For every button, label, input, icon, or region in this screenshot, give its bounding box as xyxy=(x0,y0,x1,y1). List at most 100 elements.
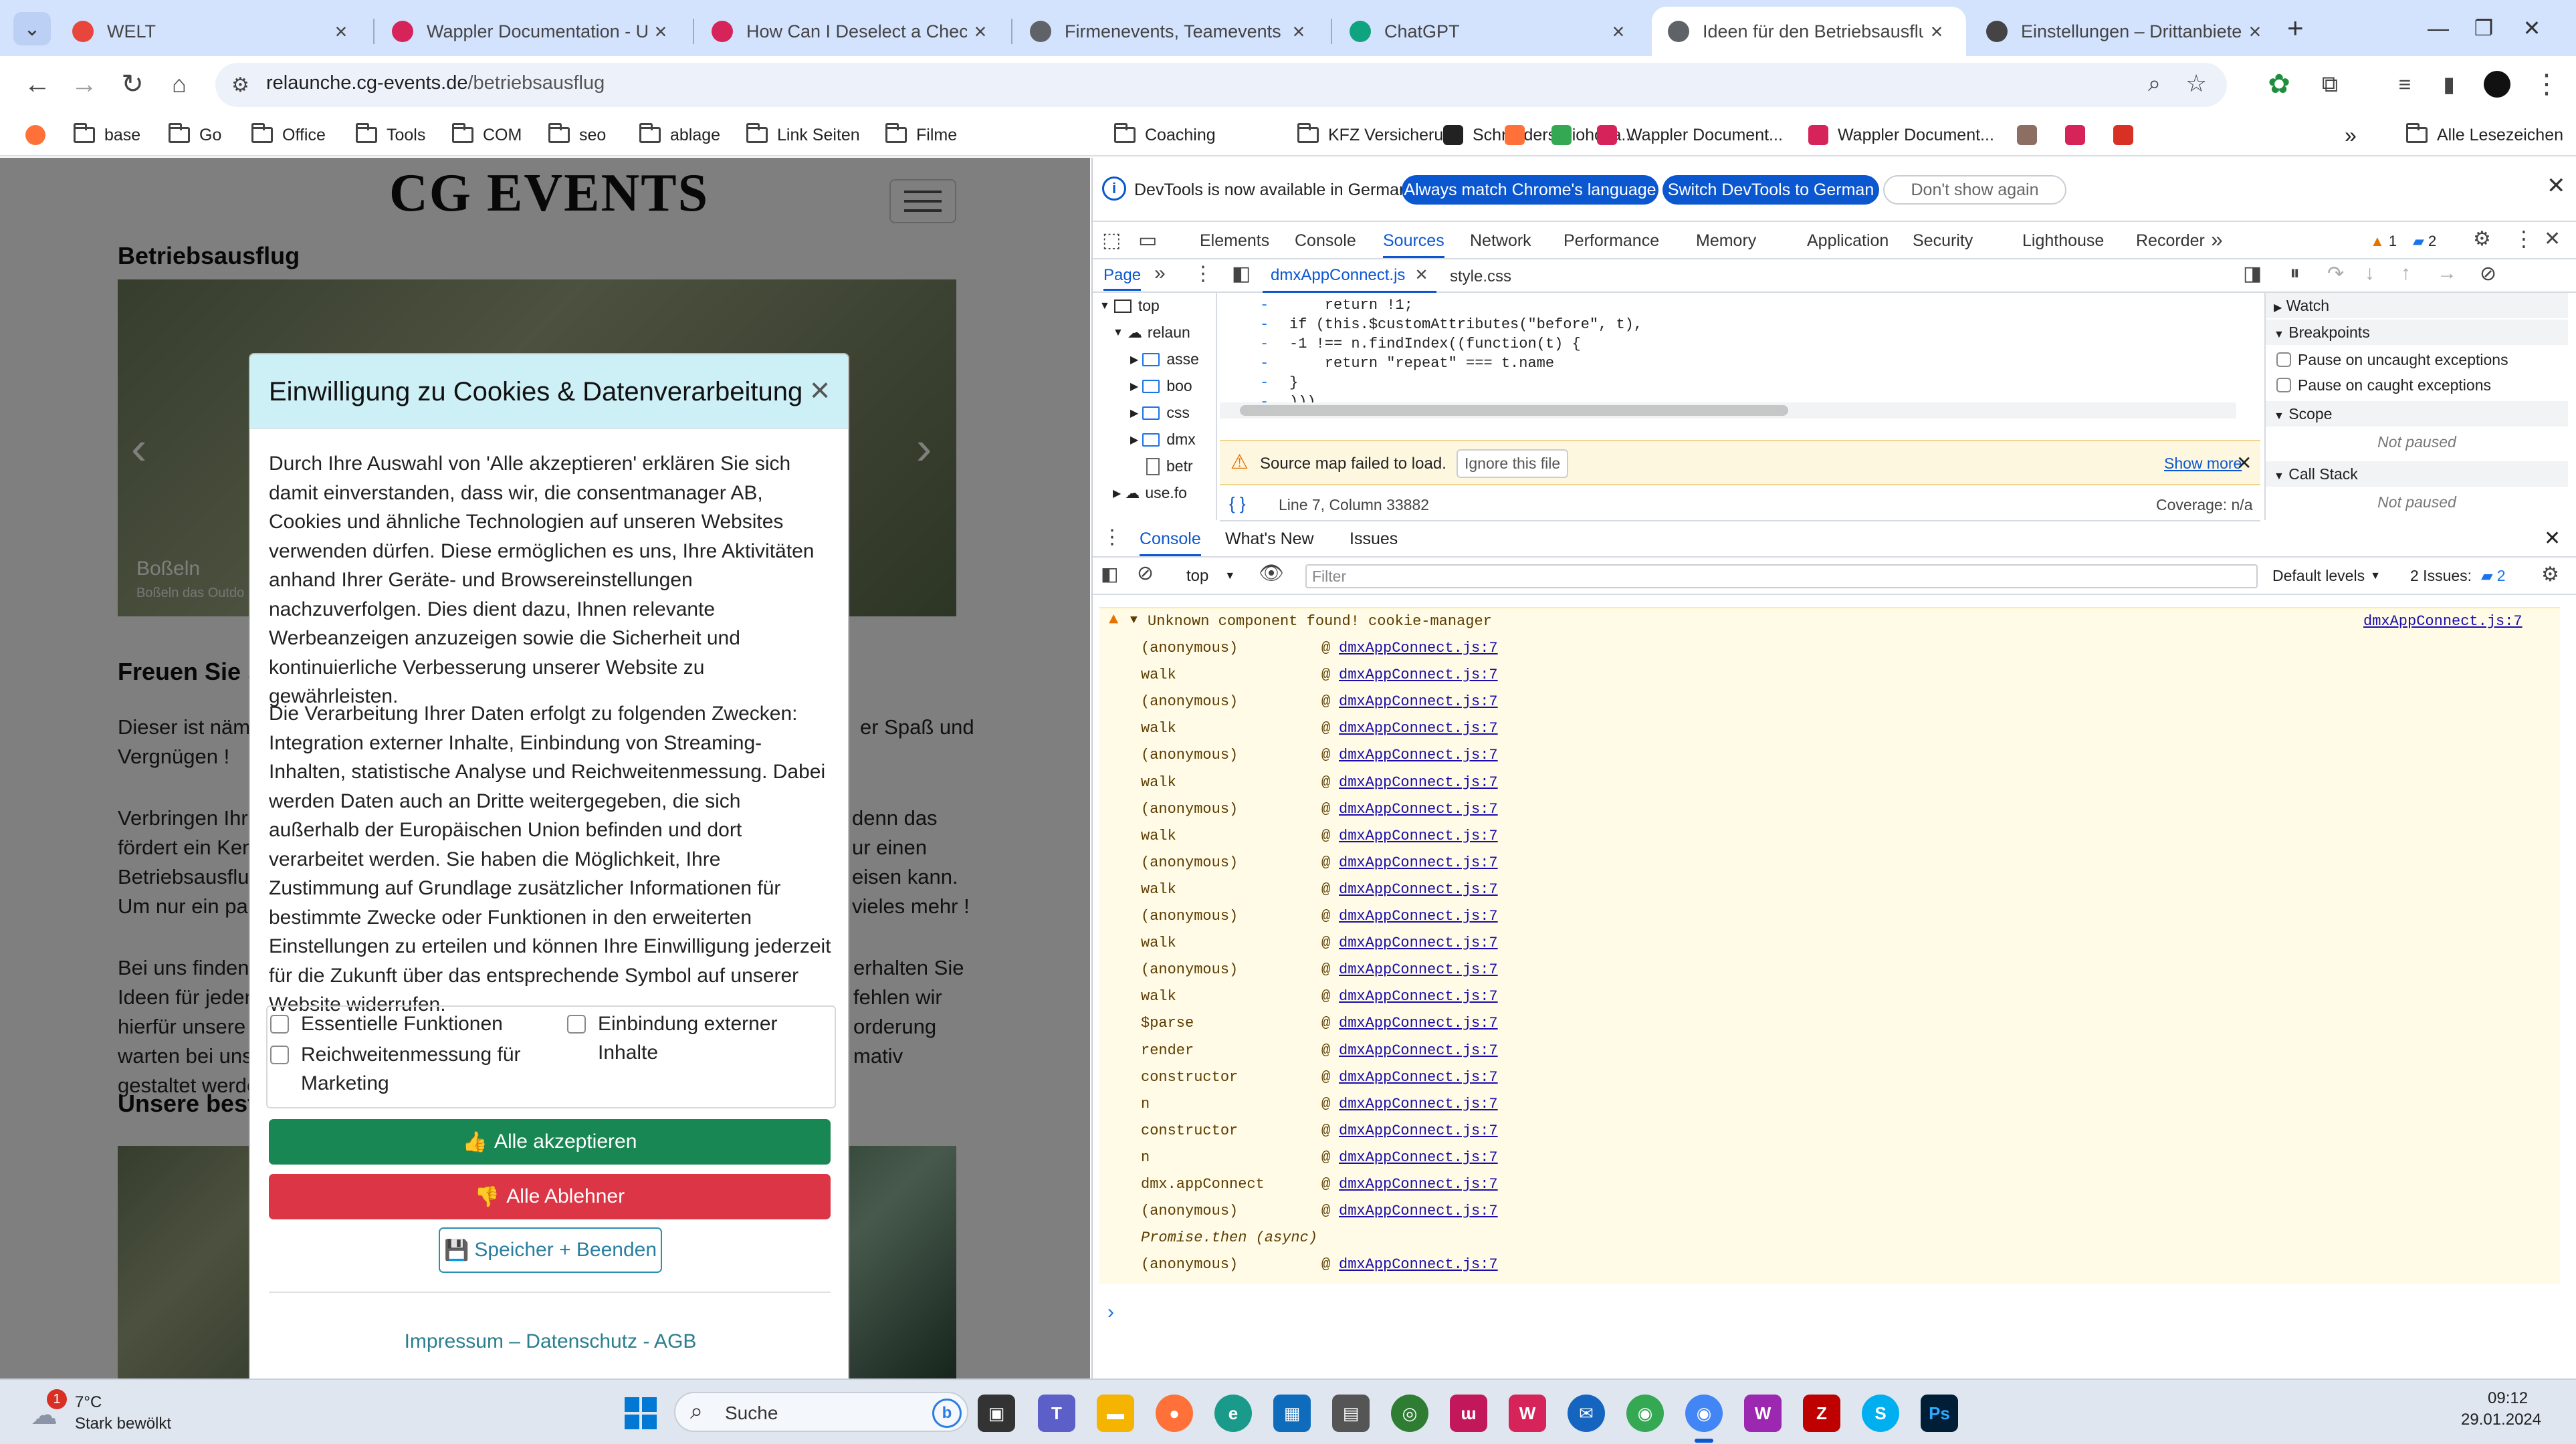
minimize-button[interactable]: — xyxy=(2418,9,2458,47)
checkbox-box[interactable] xyxy=(270,1015,289,1034)
tab-close-icon[interactable]: × xyxy=(647,19,674,44)
devtools-tab-memory[interactable]: Memory xyxy=(1696,231,1756,251)
stack-frame-source-link[interactable]: dmxAppConnect.js:7 xyxy=(1339,662,1498,689)
tab-betriebsausflug[interactable]: Ideen für den Betriebsausflug n× xyxy=(1652,7,1966,56)
breakpoints-section[interactable]: ▼ Breakpoints xyxy=(2266,320,2568,345)
address-bar[interactable]: ⚙ relaunche.cg-events.de/betriebsausflug… xyxy=(215,63,2227,107)
live-expression-eye-icon[interactable]: 👁 xyxy=(1259,562,1284,585)
call-stack-section[interactable]: ▼ Call Stack xyxy=(2266,461,2568,487)
expand-arrow-icon[interactable]: ▼ xyxy=(1130,614,1138,627)
stack-frame-source-link[interactable]: dmxAppConnect.js:7 xyxy=(1339,715,1498,742)
weather-widget[interactable]: ☁ 1 7°C Stark bewölkt xyxy=(27,1389,201,1436)
bookmark-firefox-icon[interactable] xyxy=(25,122,55,148)
reload-button[interactable]: ↻ xyxy=(112,64,152,104)
message-counter[interactable]: ▰ 2 xyxy=(2413,233,2436,250)
stack-frame-source-link[interactable]: dmxAppConnect.js:7 xyxy=(1339,689,1498,715)
wappler-2-icon[interactable]: W xyxy=(1744,1395,1782,1432)
pause-uncaught-checkbox[interactable]: Pause on uncaught exceptions xyxy=(2266,348,2568,372)
console-warning-source[interactable]: dmxAppConnect.js:7 xyxy=(2363,608,2523,635)
devtools-tab-security[interactable]: Security xyxy=(1913,231,1973,251)
scrollbar-thumb[interactable] xyxy=(1240,405,1788,416)
all-bookmarks[interactable]: Alle Lesezeichen xyxy=(2406,122,2563,148)
stack-frame-source-link[interactable]: dmxAppConnect.js:7 xyxy=(1339,769,1498,796)
tab-close-icon[interactable]: × xyxy=(1923,19,1950,44)
stack-frame-source-link[interactable]: dmxAppConnect.js:7 xyxy=(1339,635,1498,662)
devtools-tab-elements[interactable]: Elements xyxy=(1200,231,1269,251)
stack-frame-source-link[interactable]: dmxAppConnect.js:7 xyxy=(1339,742,1498,769)
bookmark-kfz-versicherung[interactable]: KFZ Versicherung xyxy=(1297,122,1462,148)
step-into-icon[interactable]: ↓ xyxy=(2365,262,2375,285)
bookmark-link-seiten[interactable]: Link Seiten xyxy=(746,122,860,148)
device-toolbar-icon[interactable]: ▭ xyxy=(1138,229,1157,252)
devtools-tab-console[interactable]: Console xyxy=(1295,231,1356,251)
drawer-tab-issues[interactable]: Issues xyxy=(1350,529,1398,549)
calculator-icon[interactable]: ▤ xyxy=(1332,1395,1370,1432)
close-window-button[interactable]: ✕ xyxy=(2512,9,2552,47)
clear-console-icon[interactable]: ⊘ xyxy=(1137,562,1154,585)
bookmark-filme[interactable]: Filme xyxy=(885,122,957,148)
log-levels-dropdown[interactable]: Default levels ▼ xyxy=(2272,567,2381,585)
stack-frame-source-link[interactable]: dmxAppConnect.js:7 xyxy=(1339,983,1498,1010)
checkbox-box[interactable] xyxy=(567,1015,586,1034)
tab-einstellungen[interactable]: Einstellungen – Drittanbieter-Co× xyxy=(1970,7,2284,56)
code-line[interactable]: - -1 !== n.findIndex((function(t) { xyxy=(1220,334,2223,354)
bookmark-maps-icon[interactable] xyxy=(1551,122,1581,148)
task-view-icon[interactable]: ▣ xyxy=(978,1395,1015,1432)
warning-close-icon[interactable]: ✕ xyxy=(2236,452,2252,474)
tab-close-icon[interactable]: × xyxy=(328,19,354,44)
editor-tab-close-icon[interactable]: ✕ xyxy=(1414,265,1428,285)
tree-node-file[interactable]: betr xyxy=(1146,457,1193,475)
bookmark-icon-orange[interactable] xyxy=(1505,122,1534,148)
checkbox-essential[interactable]: Essentielle Funktionen xyxy=(270,1009,503,1038)
stack-frame-source-link[interactable]: dmxAppConnect.js:7 xyxy=(1339,796,1498,823)
tree-node-domain[interactable]: ▼ ☁ relaun xyxy=(1113,324,1190,342)
stack-frame-source-link[interactable]: dmxAppConnect.js:7 xyxy=(1339,1251,1498,1278)
code-line[interactable]: - if (this.$customAttributes("before", t)… xyxy=(1220,315,2223,334)
tab-chatgpt[interactable]: ChatGPT × xyxy=(1333,7,1648,56)
tab-close-icon[interactable]: × xyxy=(1605,19,1632,44)
browser-menu-icon[interactable]: ⋮ xyxy=(2527,64,2567,104)
devtools-tab-network[interactable]: Network xyxy=(1470,231,1531,251)
home-button[interactable]: ⌂ xyxy=(159,64,199,104)
console-warning-message[interactable]: Unknown component found! cookie-manager xyxy=(1148,608,1492,635)
issues-counter[interactable]: 2 Issues: ▰ 2 xyxy=(2410,567,2506,585)
wappler-icon[interactable]: W xyxy=(1509,1395,1546,1432)
stack-frame-source-link[interactable]: dmxAppConnect.js:7 xyxy=(1339,823,1498,850)
console-filter-input[interactable]: Filter xyxy=(1305,564,2258,588)
extension-icon-green[interactable]: ✿ xyxy=(2259,64,2299,104)
tab-close-icon[interactable]: × xyxy=(2242,19,2268,44)
stack-frame-source-link[interactable]: dmxAppConnect.js:7 xyxy=(1339,957,1498,983)
step-icon[interactable]: → xyxy=(2437,262,2457,285)
new-tab-button[interactable]: + xyxy=(2287,12,2304,44)
tab-close-icon[interactable]: × xyxy=(967,19,994,44)
filezilla-icon[interactable]: Z xyxy=(1803,1395,1840,1432)
code-editor[interactable]: - return !1; - if (this.$customAttributes(… xyxy=(1220,293,2260,421)
tree-node-assets[interactable]: ▶ asse xyxy=(1130,350,1199,368)
stack-frame-source-link[interactable]: dmxAppConnect.js:7 xyxy=(1339,1038,1498,1064)
stack-frame-source-link[interactable]: dmxAppConnect.js:7 xyxy=(1339,1118,1498,1145)
devtools-tab-recorder[interactable]: Recorder xyxy=(2136,231,2205,251)
drawer-menu-icon[interactable]: ⋮ xyxy=(1102,525,1122,549)
chrome-icon[interactable]: ◉ xyxy=(1626,1395,1664,1432)
dont-show-again-button[interactable]: Don't show again xyxy=(1883,175,2066,205)
drawer-close-icon[interactable]: ✕ xyxy=(2544,527,2561,550)
bookmark-com[interactable]: COM xyxy=(452,122,522,148)
accept-all-button[interactable]: 👍 Alle akzeptieren xyxy=(269,1119,831,1165)
bookmark-star-icon[interactable]: ☆ xyxy=(2185,70,2207,98)
devtools-tab-sources[interactable]: Sources xyxy=(1383,231,1444,258)
save-and-exit-button[interactable]: 💾 Speicher + Beenden xyxy=(439,1227,662,1273)
pretty-print-icon[interactable]: { } xyxy=(1229,493,1246,514)
profile-avatar[interactable] xyxy=(2477,64,2517,104)
site-info-icon[interactable]: ⚙ xyxy=(231,74,249,97)
start-button[interactable] xyxy=(622,1395,659,1432)
checkbox-box[interactable] xyxy=(2276,352,2291,367)
infobar-close-icon[interactable]: ✕ xyxy=(2547,172,2566,199)
navigator-tab-page[interactable]: Page xyxy=(1103,266,1142,291)
warning-counter[interactable]: ▲ 1 xyxy=(2370,233,2397,250)
bookmark-seo[interactable]: seo xyxy=(548,122,606,148)
checkbox-box[interactable] xyxy=(270,1046,289,1064)
photoshop-icon[interactable]: Ps xyxy=(1921,1395,1958,1432)
checkbox-box[interactable] xyxy=(2276,378,2291,392)
code-line[interactable]: - return !1; xyxy=(1220,295,2223,315)
drawer-tab-console[interactable]: Console xyxy=(1140,529,1201,556)
